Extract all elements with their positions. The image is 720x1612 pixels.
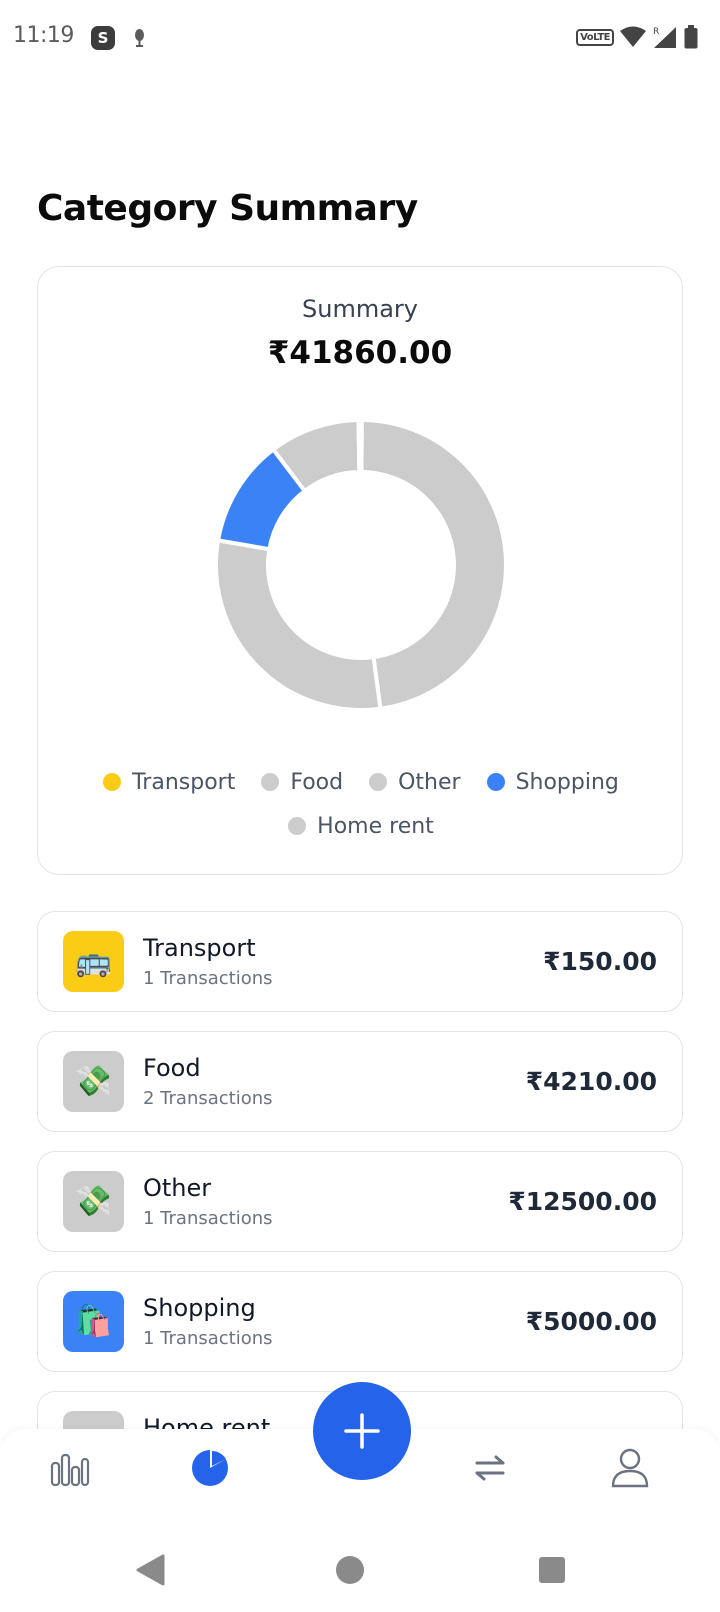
system-recents-button[interactable] [532,1550,572,1590]
system-back-button[interactable] [130,1550,170,1590]
category-list[interactable]: 🚌 Transport 1 Transactions ₹150.00 💸 Food 2 Tr… [37,911,683,1429]
app-notification-icon: S [91,26,115,50]
category-amount: ₹150.00 [543,947,657,976]
volte-icon: VoLTE [576,28,614,46]
status-time: 11:19 [13,23,74,48]
donut-slice-other [214,538,383,712]
nav-profile[interactable] [600,1429,660,1507]
recents-icon [539,1557,565,1583]
legend-dot-icon [288,817,307,835]
status-bar: 11:19 S VoLTE R [0,0,720,78]
category-name: Food [143,1054,201,1082]
category-amount: ₹4210.00 [525,1067,657,1096]
category-name: Shopping [143,1294,256,1322]
category-transaction-count: 2 Transactions [143,1088,273,1109]
money-icon: 💸 [63,1171,124,1232]
roaming-label: R [653,27,659,37]
legend-item: Other [369,769,461,795]
wifi-icon [620,26,646,47]
chart-legend: Transport Food Other Shopping Home rent [68,769,654,839]
category-transaction-count: 1 Transactions [143,1208,273,1229]
profile-icon [611,1448,649,1488]
legend-dot-icon [369,773,388,791]
pie-chart-icon [192,1449,228,1486]
legend-item: Food [261,769,343,795]
category-row[interactable]: 🛍️ Shopping 1 Transactions ₹5000.00 [37,1271,683,1372]
donut-slice-transport [356,418,364,475]
legend-label: Other [398,769,461,795]
legend-item: Shopping [486,769,619,795]
battery-icon [684,25,698,49]
back-icon [136,1554,165,1586]
shopping-bags-icon: 🛍️ [63,1291,124,1352]
legend-label: Transport [132,769,236,795]
category-row[interactable]: 💸 Food 2 Transactions ₹4210.00 [37,1031,683,1132]
category-transaction-count: 1 Transactions [143,1328,273,1349]
debug-icon [135,29,144,47]
category-row[interactable]: 🚌 Transport 1 Transactions ₹150.00 [37,911,683,1012]
bus-icon: 🚌 [63,931,124,992]
add-transaction-button[interactable] [313,1382,411,1480]
status-indicators: VoLTE R [576,25,698,49]
category-amount: ₹5000.00 [525,1307,657,1336]
legend-item: Transport [103,769,235,795]
legend-dot-icon [486,773,505,791]
summary-card: Summary ₹41860.00 Transport Food Other Shop… [37,266,683,875]
legend-label: Shopping [515,769,619,795]
legend-label: Home rent [317,813,434,839]
legend-label: Food [290,769,344,795]
category-name: Other [143,1174,212,1202]
legend-dot-icon [103,773,122,791]
legend-dot-icon [261,773,280,791]
system-navigation [0,1530,720,1612]
category-amount: ₹12500.00 [508,1187,657,1216]
stats-icon [50,1453,90,1487]
summary-label: Summary [302,295,418,323]
legend-item: Home rent [288,813,434,839]
donut-chart [214,417,509,712]
home-icon [63,1411,124,1429]
summary-total: ₹41860.00 [267,335,453,371]
home-icon [336,1556,364,1584]
signal-icon: R [653,27,676,48]
category-transaction-count: 1 Transactions [143,968,273,989]
donut-slice-home-rent [359,417,509,711]
category-name: Home rent [143,1414,271,1429]
transfer-icon [475,1455,505,1481]
nav-category-summary[interactable] [180,1429,240,1507]
add-icon [344,1413,380,1449]
category-row[interactable]: 💸 Other 1 Transactions ₹12500.00 [37,1151,683,1252]
money-icon: 💸 [63,1051,124,1112]
category-name: Transport [143,934,256,962]
nav-stats[interactable] [40,1429,100,1507]
nav-transactions[interactable] [460,1429,520,1507]
system-home-button[interactable] [330,1550,370,1590]
page-title: Category Summary [37,188,418,229]
